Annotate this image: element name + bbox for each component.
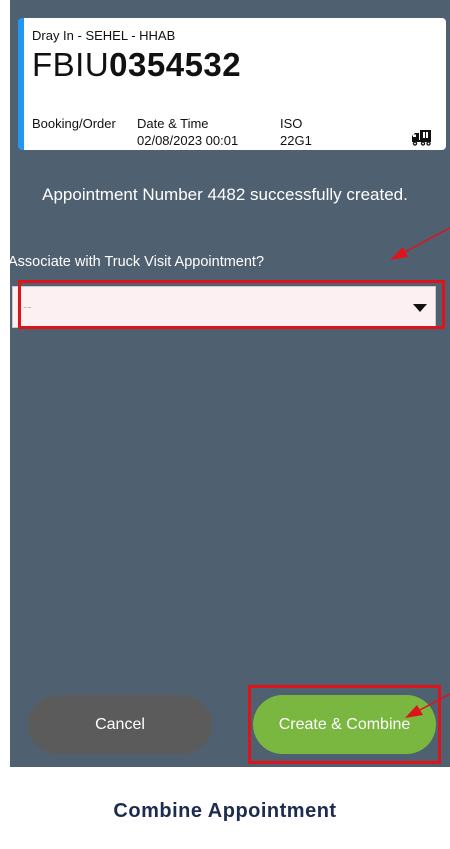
datetime-label: Date & Time [137,116,209,131]
datetime-field: Date & Time 02/08/2023 00:01 [137,115,238,149]
container-card: Dray In - SEHEL - HHAB FBIU0354532 Booki… [18,18,446,150]
iso-label: ISO [280,116,303,131]
success-message: Appointment Number 4482 successfully cre… [42,185,408,204]
container-prefix: FBIU [32,46,110,83]
app-screen: Dray In - SEHEL - HHAB FBIU0354532 Booki… [10,0,450,767]
card-subtitle: Dray In - SEHEL - HHAB [32,28,176,43]
container-number: 0354532 [109,46,242,83]
booking-label: Booking/Order [32,116,116,131]
highlight-box-button [248,685,441,764]
truck-icon [412,130,431,146]
iso-field: ISO 22G1 [280,115,312,149]
page-caption: Combine Appointment [113,800,337,822]
associate-question: Associate with Truck Visit Appointment? [8,254,265,270]
container-id: FBIU0354532 [32,46,446,84]
datetime-value: 02/08/2023 00:01 [137,133,239,148]
cancel-button[interactable]: Cancel [28,695,212,754]
iso-value: 22G1 [280,133,312,148]
highlight-box-select [18,280,445,329]
